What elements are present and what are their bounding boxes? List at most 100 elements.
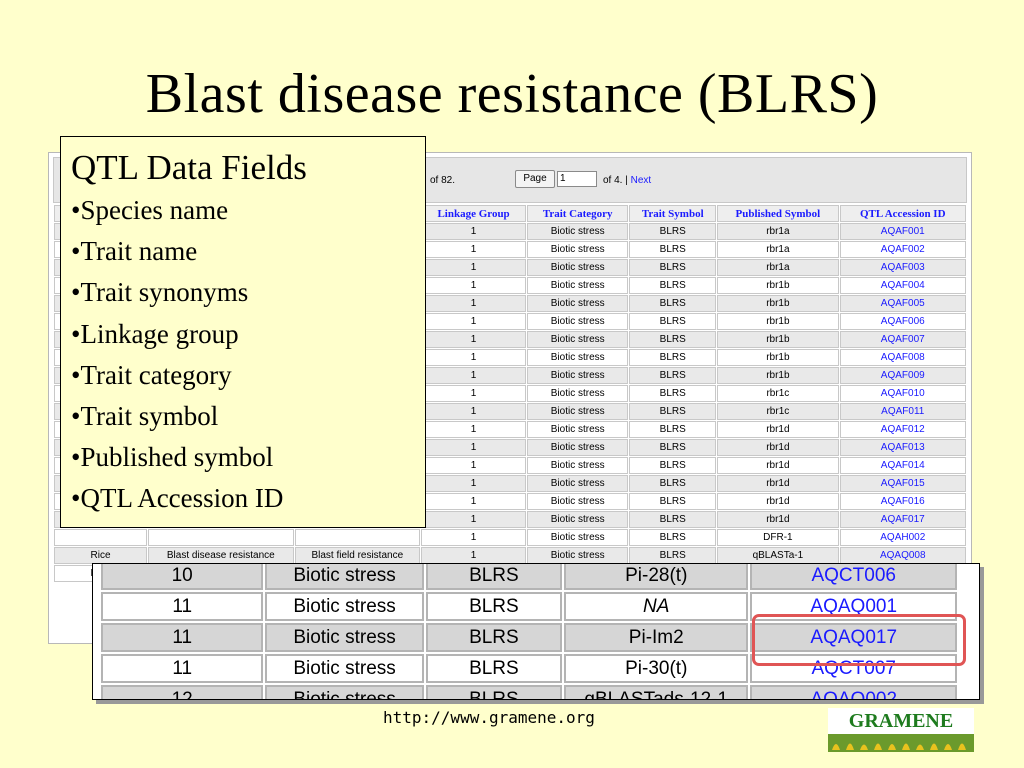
zoom-cell: qBLASTads-12-1 [564, 685, 749, 699]
gramene-logo: GRAMENE [828, 708, 974, 752]
slide-title: Blast disease resistance (BLRS) [145, 63, 879, 125]
accession-link[interactable]: AQAF011 [839, 403, 966, 420]
table-cell: BLRS [629, 259, 717, 276]
accession-link[interactable]: AQAF006 [839, 313, 966, 330]
table-cell: Biotic stress [527, 277, 629, 294]
zoom-cell: Pi-30(t) [564, 654, 749, 683]
table-cell: 1 [420, 259, 527, 276]
column-header[interactable]: Linkage Group [420, 205, 527, 222]
table-cell: BLRS [629, 331, 717, 348]
table-cell: BLRS [629, 313, 717, 330]
accession-link[interactable]: AQAF014 [839, 457, 966, 474]
table-cell: BLRS [629, 547, 717, 564]
accession-link[interactable]: AQAF002 [839, 241, 966, 258]
table-cell: 1 [420, 295, 527, 312]
table-cell: BLRS [629, 367, 717, 384]
table-cell: rbr1d [717, 421, 839, 438]
zoom-accession-link[interactable]: AQCT006 [750, 564, 957, 590]
table-cell: Biotic stress [527, 403, 629, 420]
table-cell: BLRS [629, 277, 717, 294]
field-item: •Trait category [71, 359, 232, 390]
table-cell: BLRS [629, 457, 717, 474]
fields-heading: QTL Data Fields [71, 148, 307, 187]
accession-link[interactable]: AQAF008 [839, 349, 966, 366]
table-cell: Biotic stress [527, 511, 629, 528]
accession-link[interactable]: AQAF005 [839, 295, 966, 312]
table-cell: BLRS [629, 493, 717, 510]
field-item: •Trait synonyms [71, 277, 249, 308]
accession-link[interactable]: AQAF001 [839, 223, 966, 240]
accession-link[interactable]: AQAF015 [839, 475, 966, 492]
accession-link[interactable]: AQAF007 [839, 331, 966, 348]
table-cell: rbr1a [717, 241, 839, 258]
accession-link[interactable]: AQAF016 [839, 493, 966, 510]
table-cell: rbr1d [717, 475, 839, 492]
table-cell-hidden [54, 529, 148, 546]
table-cell: 1 [420, 367, 527, 384]
qtl-fields-box: QTL Data Fields •Species name •Trait name… [60, 136, 426, 528]
zoom-cell: Pi-Im2 [564, 623, 749, 652]
accession-link[interactable]: AQAF012 [839, 421, 966, 438]
table-cell: 1 [420, 529, 527, 546]
table-cell: Biotic stress [527, 457, 629, 474]
table-cell: 1 [420, 277, 527, 294]
zoom-cell: NA [564, 592, 749, 621]
zoom-cell: Pi-28(t) [564, 564, 749, 590]
accession-link[interactable]: AQAF003 [839, 259, 966, 276]
table-cell: BLRS [629, 439, 717, 456]
table-cell: rbr1a [717, 259, 839, 276]
field-item: •QTL Accession ID [71, 483, 284, 514]
zoom-cell: 11 [101, 623, 264, 652]
accession-link[interactable]: AQAF004 [839, 277, 966, 294]
table-cell: BLRS [629, 511, 717, 528]
column-header[interactable]: Trait Category [527, 205, 629, 222]
zoom-cell: Biotic stress [265, 654, 424, 683]
table-cell: 1 [420, 385, 527, 402]
table-cell: 1 [420, 475, 527, 492]
table-cell: Biotic stress [527, 475, 629, 492]
table-cell: Biotic stress [527, 349, 629, 366]
table-cell: rbr1d [717, 439, 839, 456]
field-item: •Trait symbol [71, 401, 219, 432]
accession-link[interactable]: AQAF009 [839, 367, 966, 384]
table-cell: rbr1b [717, 349, 839, 366]
table-cell: BLRS [629, 349, 717, 366]
column-header[interactable]: QTL Accession ID [839, 205, 966, 222]
source-url: http://www.gramene.org [383, 708, 595, 727]
accession-link[interactable]: AQAF013 [839, 439, 966, 456]
table-cell: Biotic stress [527, 493, 629, 510]
table-cell: BLRS [629, 241, 717, 258]
accession-link[interactable]: AQAH002 [839, 529, 966, 546]
next-page-link[interactable]: Next [631, 175, 652, 186]
table-row: RiceBlast disease resistanceBlast field … [54, 547, 966, 564]
field-item: •Trait name [71, 236, 198, 267]
table-cell: 1 [420, 511, 527, 528]
zoom-accession-link[interactable]: AQAQ002 [750, 685, 957, 699]
table-cell: 1 [420, 403, 527, 420]
table-cell: Biotic stress [527, 421, 629, 438]
table-cell: rbr1c [717, 385, 839, 402]
table-cell-hidden [148, 529, 294, 546]
zoom-cell: Biotic stress [265, 623, 424, 652]
column-header[interactable]: Published Symbol [717, 205, 839, 222]
page-button[interactable]: Page [515, 170, 555, 188]
page-number-input[interactable]: 1 [557, 171, 597, 187]
accession-link[interactable]: AQAF017 [839, 511, 966, 528]
table-cell: BLRS [629, 475, 717, 492]
table-cell: rbr1d [717, 457, 839, 474]
table-cell: Biotic stress [527, 223, 629, 240]
zoom-cell: BLRS [425, 654, 563, 683]
table-cell: Biotic stress [527, 259, 629, 276]
accession-link[interactable]: AQAQ008 [839, 547, 966, 564]
table-cell: rbr1b [717, 367, 839, 384]
column-header[interactable]: Trait Symbol [629, 205, 717, 222]
table-cell: Rice [54, 547, 148, 564]
zoom-cell: BLRS [425, 564, 563, 590]
accession-link[interactable]: AQAF010 [839, 385, 966, 402]
zoom-cell: BLRS [425, 592, 563, 621]
table-cell: BLRS [629, 529, 717, 546]
table-cell: Biotic stress [527, 439, 629, 456]
zoom-cell: 12 [101, 685, 264, 699]
table-cell: 1 [420, 421, 527, 438]
table-cell: 1 [420, 241, 527, 258]
